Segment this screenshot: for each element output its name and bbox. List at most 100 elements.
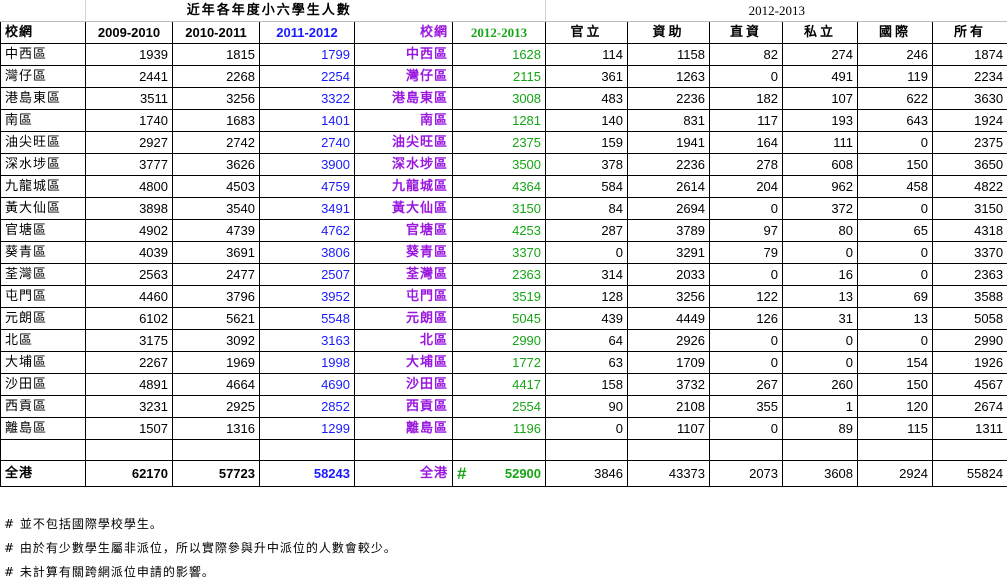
cell-gov[interactable]: 584 xyxy=(545,175,629,198)
district-name[interactable]: 中西區 xyxy=(0,43,86,66)
cell-aided[interactable]: 2614 xyxy=(627,175,711,198)
district-name-2[interactable]: 港島東區 xyxy=(354,87,453,110)
cell-2012[interactable]: 1772 xyxy=(452,351,547,374)
district-name[interactable]: 官塘區 xyxy=(0,219,86,242)
cell-2010[interactable]: 4503 xyxy=(172,175,260,198)
cell-2012[interactable]: 4253 xyxy=(452,219,547,242)
cell-2011[interactable]: 1799 xyxy=(259,43,355,66)
total-aided[interactable]: 43373 xyxy=(627,460,711,487)
cell-gov[interactable]: 378 xyxy=(545,153,629,176)
cell-2010[interactable]: 2477 xyxy=(172,263,260,286)
cell-all[interactable]: 5058 xyxy=(932,307,1007,330)
total-2010[interactable]: 57723 xyxy=(172,460,260,487)
cell-aided[interactable]: 2694 xyxy=(627,197,711,220)
cell-2012[interactable]: 2990 xyxy=(452,329,547,352)
district-name[interactable]: 沙田區 xyxy=(0,373,86,396)
district-name-2[interactable]: 荃灣區 xyxy=(354,263,453,286)
cell-gov[interactable]: 158 xyxy=(545,373,629,396)
cell-private[interactable]: 16 xyxy=(782,263,859,286)
cell-private[interactable]: 107 xyxy=(782,87,859,110)
cell-all[interactable]: 4318 xyxy=(932,219,1007,242)
cell-2012[interactable]: 3519 xyxy=(452,285,547,308)
cell-private[interactable]: 274 xyxy=(782,43,859,66)
cell-aided[interactable]: 1709 xyxy=(627,351,711,374)
cell-gov[interactable]: 90 xyxy=(545,395,629,418)
district-name[interactable]: 深水埗區 xyxy=(0,153,86,176)
cell-dss[interactable]: 267 xyxy=(709,373,784,396)
total-label[interactable]: 全港 xyxy=(0,460,86,487)
cell-aided[interactable]: 2926 xyxy=(627,329,711,352)
cell-2009[interactable]: 6102 xyxy=(85,307,173,330)
total-label-2[interactable]: 全港 xyxy=(354,460,453,487)
cell-dss[interactable]: 182 xyxy=(709,87,784,110)
cell-2011[interactable]: 5548 xyxy=(259,307,355,330)
cell-2012[interactable]: 4417 xyxy=(452,373,547,396)
header-2012[interactable]: 2012-2013 xyxy=(452,21,547,44)
district-name-2[interactable]: 中西區 xyxy=(354,43,453,66)
district-name[interactable]: 大埔區 xyxy=(0,351,86,374)
total-private[interactable]: 3608 xyxy=(782,460,859,487)
total-intl[interactable]: 2924 xyxy=(857,460,934,487)
cell-all[interactable]: 2990 xyxy=(932,329,1007,352)
cell-2010[interactable]: 1969 xyxy=(172,351,260,374)
header-intl[interactable]: 國際 xyxy=(857,21,934,44)
header-2011[interactable]: 2011-2012 xyxy=(259,21,355,44)
cell-2011[interactable]: 1998 xyxy=(259,351,355,374)
cell-2009[interactable]: 4891 xyxy=(85,373,173,396)
cell-private[interactable]: 372 xyxy=(782,197,859,220)
cell-private[interactable]: 962 xyxy=(782,175,859,198)
cell-gov[interactable]: 63 xyxy=(545,351,629,374)
cell-gov[interactable]: 128 xyxy=(545,285,629,308)
header-2009[interactable]: 2009-2010 xyxy=(85,21,173,44)
cell-2011[interactable]: 4759 xyxy=(259,175,355,198)
cell-all[interactable]: 4822 xyxy=(932,175,1007,198)
cell-aided[interactable]: 2108 xyxy=(627,395,711,418)
cell-dss[interactable]: 82 xyxy=(709,43,784,66)
district-name[interactable]: 西貢區 xyxy=(0,395,86,418)
cell-private[interactable]: 31 xyxy=(782,307,859,330)
cell-all[interactable]: 3588 xyxy=(932,285,1007,308)
cell-2009[interactable]: 2441 xyxy=(85,65,173,88)
cell-2009[interactable]: 2563 xyxy=(85,263,173,286)
header-district[interactable]: 校網 xyxy=(0,21,86,44)
cell-2011[interactable]: 3952 xyxy=(259,285,355,308)
cell-2012[interactable]: 1628 xyxy=(452,43,547,66)
cell-2012[interactable]: 1281 xyxy=(452,109,547,132)
empty-cell[interactable] xyxy=(709,439,784,461)
cell-2011[interactable]: 3806 xyxy=(259,241,355,264)
cell-private[interactable]: 1 xyxy=(782,395,859,418)
cell-all[interactable]: 2674 xyxy=(932,395,1007,418)
sheet-title[interactable]: 近年各年度小六學生人數 xyxy=(85,0,453,22)
cell-dss[interactable]: 0 xyxy=(709,65,784,88)
cell-all[interactable]: 2234 xyxy=(932,65,1007,88)
cell-all[interactable]: 3630 xyxy=(932,87,1007,110)
cell-aided[interactable]: 1158 xyxy=(627,43,711,66)
cell-2010[interactable]: 3092 xyxy=(172,329,260,352)
total-2012[interactable]: #52900 xyxy=(452,460,547,487)
cell-gov[interactable]: 314 xyxy=(545,263,629,286)
empty-cell[interactable] xyxy=(545,439,629,461)
district-name-2[interactable]: 葵青區 xyxy=(354,241,453,264)
cell-gov[interactable]: 483 xyxy=(545,87,629,110)
cell-gov[interactable]: 439 xyxy=(545,307,629,330)
empty-cell[interactable] xyxy=(172,439,260,461)
cell-private[interactable]: 0 xyxy=(782,329,859,352)
cell-intl[interactable]: 115 xyxy=(857,417,934,440)
empty-cell[interactable] xyxy=(452,439,547,461)
district-name[interactable]: 葵青區 xyxy=(0,241,86,264)
cell-private[interactable]: 608 xyxy=(782,153,859,176)
empty-cell[interactable] xyxy=(0,439,86,461)
cell-all[interactable]: 1874 xyxy=(932,43,1007,66)
empty-cell[interactable] xyxy=(259,439,355,461)
cell-private[interactable]: 193 xyxy=(782,109,859,132)
cell-2011[interactable]: 2254 xyxy=(259,65,355,88)
year-group-title[interactable]: 2012-2013 xyxy=(545,0,1007,22)
header-2010[interactable]: 2010-2011 xyxy=(172,21,260,44)
district-name-2[interactable]: 屯門區 xyxy=(354,285,453,308)
cell-intl[interactable]: 0 xyxy=(857,131,934,154)
cell-gov[interactable]: 361 xyxy=(545,65,629,88)
cell-2011[interactable]: 2740 xyxy=(259,131,355,154)
cell-intl[interactable]: 65 xyxy=(857,219,934,242)
cell-2009[interactable]: 1740 xyxy=(85,109,173,132)
cell-2011[interactable]: 3491 xyxy=(259,197,355,220)
